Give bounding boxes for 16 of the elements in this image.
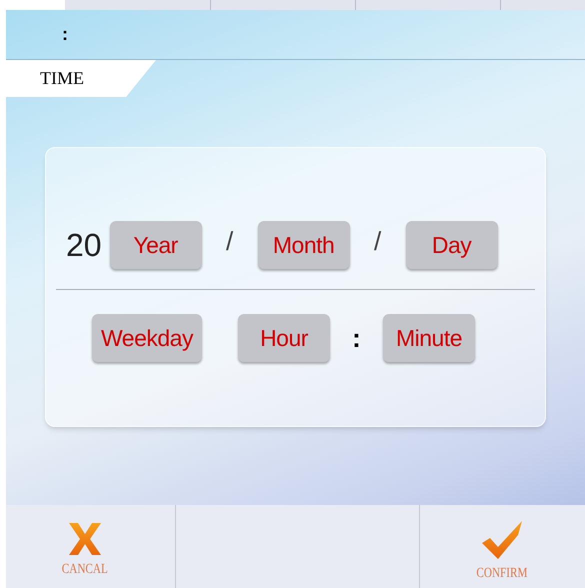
picker-button[interactable]: Minute: [383, 314, 475, 362]
picker-button[interactable]: Month: [258, 221, 350, 269]
picker-button[interactable]: Year: [110, 221, 202, 269]
separator: /: [224, 225, 234, 258]
time-separator: :: [62, 23, 68, 46]
checkmark-icon: [480, 521, 524, 561]
separator: /: [372, 225, 382, 258]
section-title: TIME: [40, 67, 84, 90]
picker-button[interactable]: Weekday: [92, 314, 202, 362]
close-icon: [66, 521, 103, 557]
separator: :: [351, 322, 362, 354]
confirm-button[interactable]: CONFIRM: [470, 505, 534, 588]
century-prefix: 20: [66, 229, 102, 261]
picker-button[interactable]: Hour: [238, 314, 330, 362]
picker-button[interactable]: Day: [406, 221, 498, 269]
cancel-button[interactable]: CANCAL: [56, 505, 114, 588]
